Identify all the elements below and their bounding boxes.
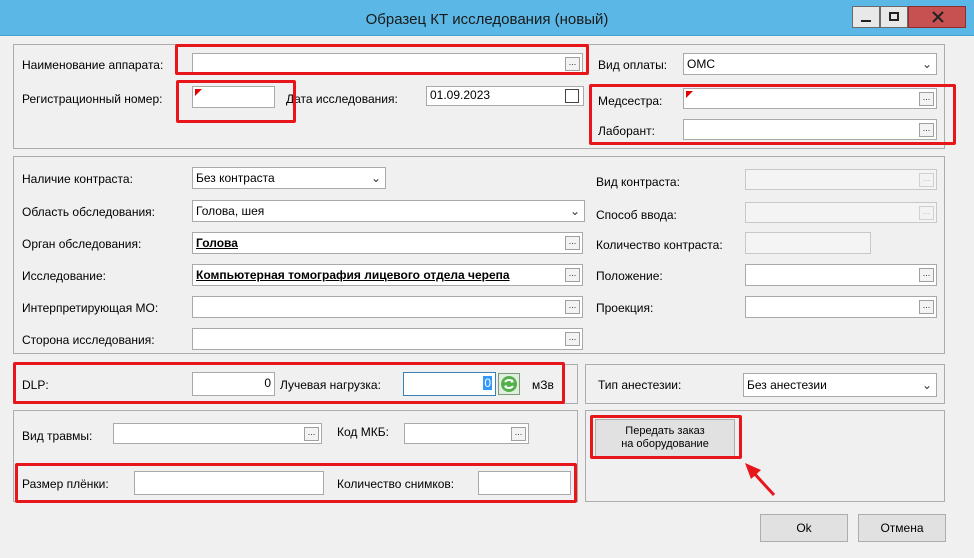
contrast-qty-label: Количество контраста: bbox=[596, 238, 723, 252]
highlight-send-order bbox=[590, 415, 742, 459]
device-label: Наименование аппарата: bbox=[22, 58, 164, 72]
reg-number-label: Регистрационный номер: bbox=[22, 92, 163, 106]
projection-field[interactable]: ... bbox=[745, 296, 937, 318]
close-icon bbox=[932, 11, 944, 23]
input-method-label: Способ ввода: bbox=[596, 208, 677, 222]
position-field[interactable]: ... bbox=[745, 264, 937, 286]
date-label: Дата исследования: bbox=[286, 92, 398, 106]
date-value: 01.09.2023 bbox=[430, 88, 491, 102]
exam-lookup-button[interactable]: ... bbox=[565, 268, 580, 282]
chevron-down-icon: ⌄ bbox=[921, 57, 932, 71]
payment-select[interactable]: ОМС ⌄ bbox=[683, 53, 937, 75]
trauma-type-field[interactable]: ... bbox=[113, 423, 322, 444]
area-value: Голова, шея bbox=[196, 204, 265, 218]
highlight-dose bbox=[13, 362, 565, 404]
chevron-down-icon: ⌄ bbox=[370, 171, 381, 185]
position-label: Положение: bbox=[596, 269, 663, 283]
side-label: Сторона исследования: bbox=[22, 333, 155, 347]
input-method-lookup-button[interactable]: ... bbox=[919, 206, 934, 220]
exam-value: Компьютерная томография лицевого отдела … bbox=[196, 268, 510, 282]
date-field[interactable]: 01.09.2023 bbox=[426, 86, 584, 106]
ok-button[interactable]: Ok bbox=[760, 514, 848, 542]
organ-value: Голова bbox=[196, 236, 238, 250]
mkb-label: Код МКБ: bbox=[337, 425, 389, 439]
side-field[interactable]: ... bbox=[192, 328, 583, 350]
highlight-film bbox=[15, 463, 577, 503]
payment-value: ОМС bbox=[687, 57, 715, 71]
contrast-presence-value: Без контраста bbox=[196, 171, 275, 185]
minimize-button[interactable] bbox=[852, 6, 880, 28]
contrast-type-lookup-button[interactable]: ... bbox=[919, 173, 934, 187]
mkb-field[interactable]: ... bbox=[404, 423, 529, 444]
contrast-presence-label: Наличие контраста: bbox=[22, 172, 133, 186]
close-button[interactable] bbox=[908, 6, 966, 28]
interp-field[interactable]: ... bbox=[192, 296, 583, 318]
side-lookup-button[interactable]: ... bbox=[565, 332, 580, 346]
position-lookup-button[interactable]: ... bbox=[919, 268, 934, 282]
chevron-down-icon: ⌄ bbox=[921, 378, 932, 392]
chevron-down-icon: ⌄ bbox=[569, 204, 580, 218]
ok-label: Ok bbox=[796, 521, 812, 535]
interp-lookup-button[interactable]: ... bbox=[565, 300, 580, 314]
anesthesia-label: Тип анестезии: bbox=[598, 378, 682, 392]
date-checkbox[interactable] bbox=[565, 89, 579, 103]
projection-label: Проекция: bbox=[596, 301, 654, 315]
area-label: Область обследования: bbox=[22, 205, 156, 219]
area-select[interactable]: Голова, шея ⌄ bbox=[192, 200, 585, 222]
minimize-icon bbox=[861, 20, 871, 22]
annotation-arrow-icon bbox=[745, 463, 776, 497]
trauma-type-label: Вид травмы: bbox=[22, 429, 93, 443]
maximize-button[interactable] bbox=[880, 6, 908, 28]
highlight-device bbox=[175, 44, 589, 75]
projection-lookup-button[interactable]: ... bbox=[919, 300, 934, 314]
payment-label: Вид оплаты: bbox=[598, 58, 668, 72]
window-title: Образец КТ исследования (новый) bbox=[365, 11, 609, 28]
cancel-button[interactable]: Отмена bbox=[858, 514, 946, 542]
organ-lookup-button[interactable]: ... bbox=[565, 236, 580, 250]
contrast-presence-select[interactable]: Без контраста ⌄ bbox=[192, 167, 386, 189]
maximize-icon bbox=[889, 12, 899, 21]
organ-field[interactable]: Голова ... bbox=[192, 232, 583, 254]
mkb-lookup-button[interactable]: ... bbox=[511, 427, 526, 441]
contrast-qty-field[interactable] bbox=[745, 232, 871, 254]
trauma-type-lookup-button[interactable]: ... bbox=[304, 427, 319, 441]
contrast-type-field[interactable]: ... bbox=[745, 169, 937, 190]
exam-label: Исследование: bbox=[22, 269, 106, 283]
anesthesia-select[interactable]: Без анестезии ⌄ bbox=[743, 373, 937, 397]
anesthesia-value: Без анестезии bbox=[747, 378, 827, 392]
interp-label: Интерпретирующая МО: bbox=[22, 301, 159, 315]
organ-label: Орган обследования: bbox=[22, 237, 142, 251]
highlight-reg-number bbox=[176, 80, 296, 123]
contrast-type-label: Вид контраста: bbox=[596, 175, 680, 189]
highlight-staff bbox=[589, 84, 956, 145]
cancel-label: Отмена bbox=[880, 521, 924, 535]
input-method-field[interactable]: ... bbox=[745, 202, 937, 223]
exam-field[interactable]: Компьютерная томография лицевого отдела … bbox=[192, 264, 583, 286]
